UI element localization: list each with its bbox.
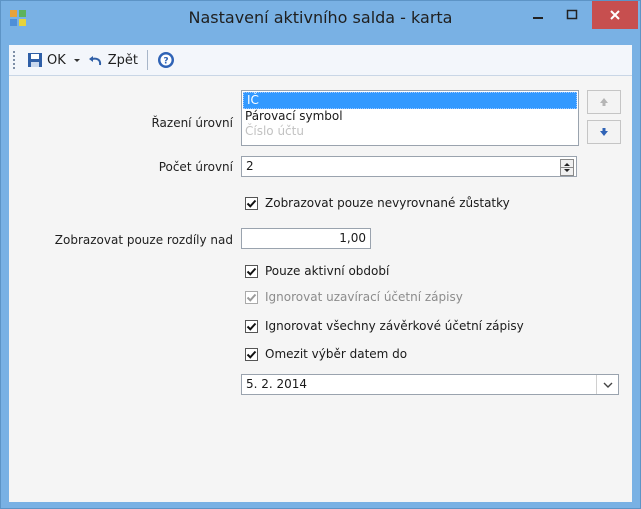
sort-levels-list[interactable]: IČ Párovací symbol Číslo účtu [241,90,579,146]
diff-above-label: Zobrazovat pouze rozdíly nad [54,233,233,247]
close-button[interactable] [592,1,638,29]
undo-icon [88,56,101,66]
ignore-closing-checkbox[interactable]: Ignorovat uzavírací účetní zápisy [245,288,463,306]
maximize-icon [566,9,578,20]
ok-button[interactable]: OK [24,48,85,72]
list-item[interactable]: Párovací symbol [242,109,578,124]
only-unbalanced-label: Zobrazovat pouze nevyrovnané zůstatky [265,196,510,210]
diff-above-value: 1,00 [339,231,366,245]
toolbar-separator [147,50,149,70]
only-unbalanced-checkbox[interactable]: Zobrazovat pouze nevyrovnané zůstatky [245,194,510,212]
arrow-down-icon [600,128,608,136]
minimize-button[interactable] [524,2,552,28]
ignore-closing-label: Ignorovat uzavírací účetní zápisy [265,290,463,304]
date-picker[interactable]: 5. 2. 2014 [241,374,619,395]
level-count-value: 2 [246,159,254,173]
back-button[interactable]: Zpět [85,48,141,72]
only-active-period-label: Pouze aktivní období [265,264,390,278]
check-icon [246,322,257,331]
level-count-input[interactable]: 2 [241,156,577,177]
stepper-arrows-icon [561,163,573,172]
move-down-button[interactable] [587,120,621,144]
toolbar: OK Zpět ? [9,45,632,76]
check-icon [246,267,257,276]
diff-above-input[interactable]: 1,00 [241,228,371,249]
help-icon: ? [158,52,175,68]
level-count-stepper[interactable] [560,159,574,176]
date-value: 5. 2. 2014 [246,377,308,391]
form-panel: Řazení úrovní IČ Párovací symbol Číslo ú… [9,76,632,502]
save-icon [28,53,42,67]
chevron-down-icon[interactable] [72,55,82,65]
date-dropdown-button[interactable] [596,375,618,394]
check-icon [246,199,257,208]
close-icon [610,10,620,20]
limit-by-date-checkbox[interactable]: Omezit výběr datem do [245,345,407,363]
check-icon [246,350,257,359]
ignore-all-final-checkbox[interactable]: Ignorovat všechny závěrkové účetní zápis… [245,317,524,335]
checkbox-box[interactable] [245,319,258,333]
checkbox-box[interactable] [245,290,258,304]
only-active-period-checkbox[interactable]: Pouze aktivní období [245,262,389,280]
ignore-all-final-label: Ignorovat všechny závěrkové účetní zápis… [265,319,524,333]
list-item[interactable]: Číslo účtu [242,124,578,139]
maximize-button[interactable] [558,2,586,28]
level-count-label: Počet úrovní [158,160,233,174]
check-icon [246,293,257,302]
checkbox-box[interactable] [245,196,258,210]
toolbar-grip[interactable] [13,51,18,69]
window: Nastavení aktivního salda - karta OK Zpě… [0,0,641,509]
title-bar[interactable]: Nastavení aktivního salda - karta [1,1,640,37]
checkbox-box[interactable] [245,264,258,278]
minimize-icon [533,17,543,19]
limit-by-date-label: Omezit výběr datem do [265,347,408,361]
checkbox-box[interactable] [245,347,258,361]
ok-label: OK [47,52,66,68]
back-label: Zpět [107,52,139,68]
chevron-down-icon [603,382,612,388]
help-button[interactable]: ? [154,48,178,72]
svg-text:?: ? [163,57,168,67]
arrow-up-icon [600,98,608,106]
sort-levels-label: Řazení úrovní [151,116,233,130]
move-up-button[interactable] [587,90,621,114]
list-item[interactable]: IČ [243,92,577,109]
